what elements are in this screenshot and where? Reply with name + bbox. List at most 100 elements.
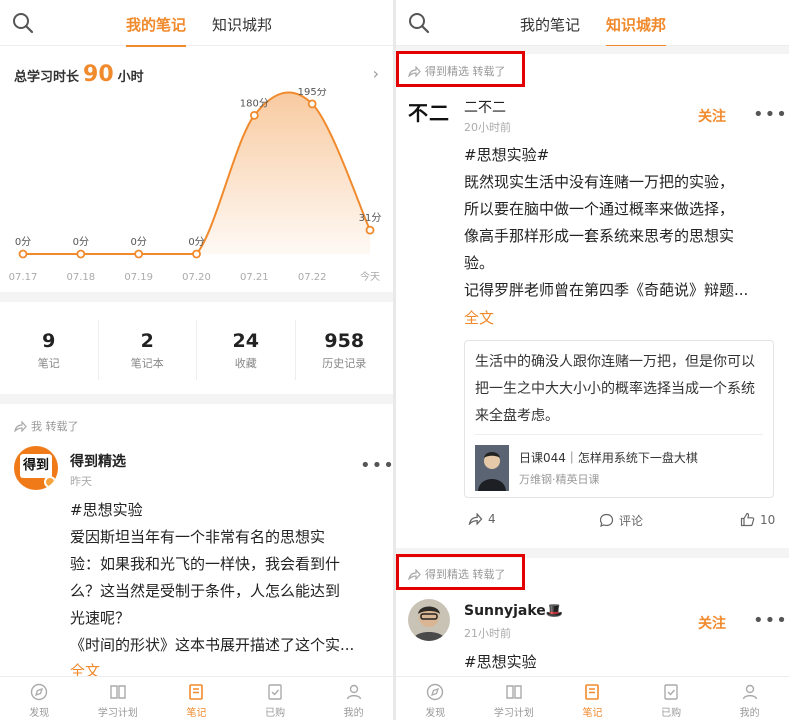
read-more-link[interactable]: 全文: [464, 307, 494, 328]
nav-label: 发现: [425, 708, 446, 719]
share-arrow-icon: [468, 513, 483, 525]
stat-value: 2: [140, 330, 154, 352]
compass-icon: [427, 683, 444, 701]
stat-value: 958: [324, 330, 365, 352]
post-line: #思想实验#: [464, 146, 550, 164]
post-line: #思想实验: [70, 501, 143, 519]
comment-icon: [599, 513, 614, 528]
repost-label: 我 转载了: [31, 420, 79, 433]
stat-label: 收藏: [234, 357, 257, 370]
stat-label: 笔记本: [130, 357, 164, 370]
x-tick-label: 07.22: [298, 272, 327, 283]
post-line: 《时间的形状》这本书展开描述了这个实...: [70, 636, 355, 654]
stat-favorites[interactable]: 24 收藏: [197, 320, 296, 380]
post-text: #思想实验# 既然现实生活中没有连赌一万把的实验， 所以要在脑中做一个通过概率来…: [464, 142, 782, 304]
repost-label: 得到精选 转载了: [425, 65, 506, 78]
nav-purchased[interactable]: 已购: [632, 677, 711, 720]
stat-notebooks[interactable]: 2 笔记本: [99, 320, 197, 380]
nav-study-plan[interactable]: 学习计划: [79, 677, 158, 720]
note-icon: [585, 684, 600, 700]
post-line: #思想实验: [464, 653, 537, 671]
user-icon: [346, 684, 361, 700]
nav-label: 我的: [343, 708, 364, 719]
nav-label: 发现: [29, 708, 50, 719]
avatar[interactable]: [408, 599, 450, 641]
post-line: 光速呢？: [70, 609, 131, 627]
author-name[interactable]: 二不二: [464, 97, 506, 117]
chart-point: [249, 110, 259, 120]
nav-study-plan[interactable]: 学习计划: [475, 677, 554, 720]
tab-my-notes[interactable]: 我的笔记: [520, 14, 580, 35]
quoted-card[interactable]: 生活中的确没人跟你连赌一万把，但是你可以把一生之中大大小小的概率选择当成一个系统…: [464, 340, 774, 498]
course-subtitle: 万维钢·精英日课: [519, 473, 600, 486]
repost-button[interactable]: 4: [468, 512, 496, 526]
more-options-icon[interactable]: •••: [360, 455, 393, 476]
course-title: 日课044｜怎样用系统下一盘大棋: [519, 451, 698, 465]
data-label: 0分: [73, 236, 89, 248]
data-label: 180分: [240, 97, 269, 109]
post-text: #思想实验: [464, 649, 782, 676]
divider: [475, 434, 763, 435]
x-tick-label: 07.19: [124, 272, 153, 283]
share-arrow-icon: [408, 568, 421, 580]
nav-purchased[interactable]: 已购: [236, 677, 315, 720]
post-line: 像高手那样形成一套系统来思考的思想实: [464, 227, 735, 245]
user-photo: [412, 606, 446, 641]
user-icon: [742, 684, 757, 700]
repost-label: 得到精选 转载了: [425, 568, 506, 581]
more-options-icon[interactable]: •••: [753, 610, 788, 631]
chart-point: [307, 99, 317, 109]
divider: [0, 394, 393, 404]
more-options-icon[interactable]: •••: [753, 104, 788, 125]
compass-icon: [31, 683, 48, 701]
stats-row: 9 笔记 2 笔记本 24 收藏 958 历史记录: [0, 320, 393, 380]
search-icon[interactable]: [408, 12, 430, 34]
nav-discover[interactable]: 发现: [0, 677, 79, 720]
like-button[interactable]: 10: [740, 512, 775, 527]
post-line: 记得罗胖老师曾在第四季《奇葩说》辩题...: [464, 281, 749, 299]
nav-label: 笔记: [582, 708, 603, 719]
total-study-time[interactable]: 总学习时长 90 小时: [14, 62, 144, 87]
stat-value: 24: [232, 330, 259, 352]
comment-button[interactable]: 评论: [599, 512, 643, 529]
post-line: 既然现实生活中没有连赌一万把的实验，: [464, 173, 735, 191]
share-arrow-icon: [14, 420, 27, 432]
post-line: 所以要在脑中做一个通过概率来做选择，: [464, 200, 735, 218]
data-label: 0分: [188, 236, 204, 248]
stat-value: 9: [42, 330, 56, 352]
data-label: 195分: [298, 88, 327, 98]
stat-history[interactable]: 958 历史记录: [296, 320, 394, 380]
chart-point: [134, 249, 144, 259]
divider: [0, 292, 393, 302]
nav-discover[interactable]: 发现: [396, 677, 475, 720]
avatar[interactable]: 不二: [408, 96, 452, 132]
post-line: 么？这当然是受制于条件，人怎么能达到: [70, 582, 341, 600]
chart-area: [23, 92, 370, 254]
nav-notes[interactable]: 笔记: [553, 677, 632, 720]
post-line: 爱因斯坦当年有一个非常有名的思想实: [70, 528, 326, 546]
nav-notes[interactable]: 笔记: [157, 677, 236, 720]
note-icon: [189, 684, 204, 700]
nav-profile[interactable]: 我的: [710, 677, 789, 720]
follow-button[interactable]: 关注: [698, 613, 726, 633]
thumbs-up-icon: [740, 512, 755, 527]
author-name[interactable]: Sunnyjake🎩: [464, 603, 563, 619]
author-name[interactable]: 得到精选: [70, 451, 126, 471]
nav-profile[interactable]: 我的: [314, 677, 393, 720]
avatar-logo: 不二: [408, 101, 450, 125]
avatar[interactable]: 得到: [14, 446, 58, 490]
search-icon[interactable]: [12, 12, 34, 34]
stat-notes[interactable]: 9 笔记: [0, 320, 99, 380]
chevron-right-icon[interactable]: ›: [373, 64, 379, 83]
follow-button[interactable]: 关注: [698, 106, 726, 126]
tab-knowledge-city[interactable]: 知识城邦: [212, 14, 272, 35]
tab-my-notes[interactable]: 我的笔记: [126, 14, 187, 47]
post-text: #思想实验 爱因斯坦当年有一个非常有名的思想实 验：如果我和光飞的一样快，我会看…: [70, 497, 388, 659]
total-unit: 小时: [117, 70, 144, 85]
study-time-chart: 0分 07.17 0分 07.18 0分 07.19 0分 07.20 180分 07.21 195…: [9, 88, 382, 283]
avatar-logo: 得到: [20, 454, 52, 478]
nav-label: 学习计划: [493, 708, 534, 719]
repost-header: 得到精选 转载了: [408, 566, 506, 582]
tab-knowledge-city[interactable]: 知识城邦: [606, 14, 667, 47]
post-time: 20小时前: [464, 121, 511, 134]
